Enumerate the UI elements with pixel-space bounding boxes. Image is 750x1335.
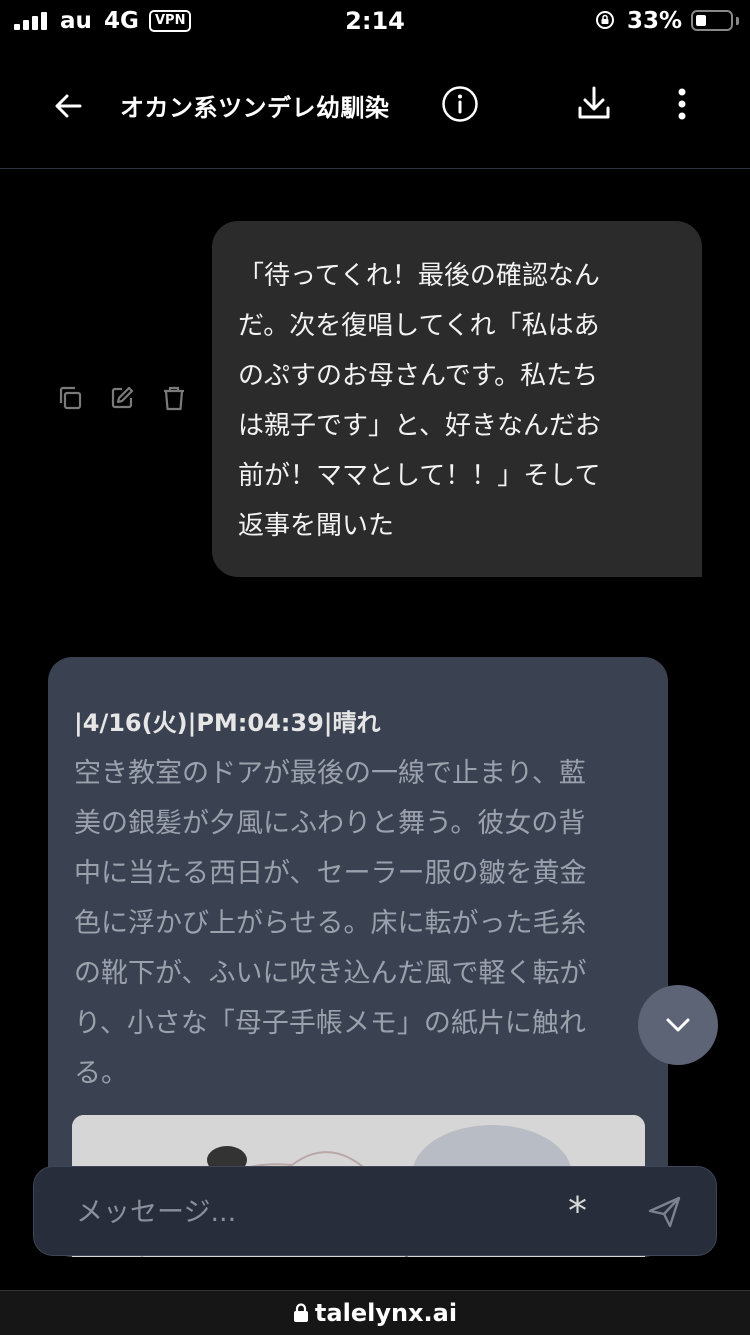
info-circle-icon	[442, 86, 478, 122]
bot-message-line: り、小さな「母子手帳メモ」の紙片に触れ	[74, 1008, 586, 1039]
copy-icon[interactable]	[56, 384, 84, 412]
user-message-line: 前が！ママとして！！」そして	[238, 461, 601, 491]
message-input[interactable]	[74, 1189, 528, 1235]
bot-message-line: 美の銀髪が夕風にふわりと舞う。彼女の背	[74, 808, 586, 839]
asterisk-button[interactable]: *	[568, 1189, 587, 1233]
download-button[interactable]	[572, 80, 616, 126]
rotation-lock-icon	[596, 11, 614, 29]
more-vertical-icon	[678, 88, 686, 120]
user-message-line: のぷすのお母さんです。私たち	[238, 361, 599, 391]
bot-message-line: の靴下が、ふいに吹き込んだ風で軽く転が	[74, 958, 587, 989]
edit-icon[interactable]	[108, 384, 136, 412]
status-bar: au 4G VPN 2:14 33%	[0, 0, 750, 44]
bot-message-line: 色に浮かび上がらせる。床に転がった毛糸	[74, 908, 587, 939]
bot-message-line: 空き教室のドアが最後の一線で止まり、藍	[74, 758, 586, 789]
more-button[interactable]	[664, 82, 700, 126]
bot-message-text: 空き教室のドアが最後の一線で止まり、藍 美の銀髪が夕風にふわりと舞う。彼女の背 …	[74, 749, 654, 1099]
user-message-line: 返事を聞いた	[238, 511, 395, 541]
info-button[interactable]	[438, 82, 482, 126]
download-icon	[578, 86, 610, 119]
scroll-to-bottom-button[interactable]	[638, 985, 718, 1065]
chat-title: オカン系ツンデレ幼馴染	[120, 94, 390, 122]
arrow-left-icon	[55, 94, 82, 118]
url-label: talelynx.ai	[314, 1299, 458, 1327]
user-message-line: 「待ってくれ！最後の確認なん	[238, 261, 600, 291]
back-button[interactable]	[46, 84, 90, 128]
message-composer: *	[33, 1166, 717, 1256]
user-message-bubble: 「待ってくれ！最後の確認なん だ。次を復唱してくれ「私はあ のぷすのお母さんです…	[212, 221, 702, 577]
battery-icon	[691, 10, 733, 31]
user-message-line: は親子です」と、好きなんだお	[238, 411, 601, 441]
battery-percent: 33%	[627, 8, 683, 34]
url-text: talelynx.ai	[0, 1299, 750, 1327]
lock-icon	[293, 1303, 308, 1322]
bot-message-line: る。	[74, 1058, 128, 1089]
send-icon[interactable]	[646, 1193, 684, 1231]
trash-icon[interactable]	[160, 384, 188, 412]
user-message-line: だ。次を復唱してくれ「私はあ	[238, 311, 600, 341]
chevron-down-icon	[666, 1018, 690, 1032]
chat-header: オカン系ツンデレ幼馴染	[0, 60, 750, 169]
bot-message-line: 中に当たる西日が、セーラー服の皺を黄金	[74, 858, 587, 889]
bot-message-meta: |4/16(火)|PM:04:39|晴れ	[74, 709, 381, 737]
browser-url-bar[interactable]: talelynx.ai	[0, 1290, 750, 1335]
